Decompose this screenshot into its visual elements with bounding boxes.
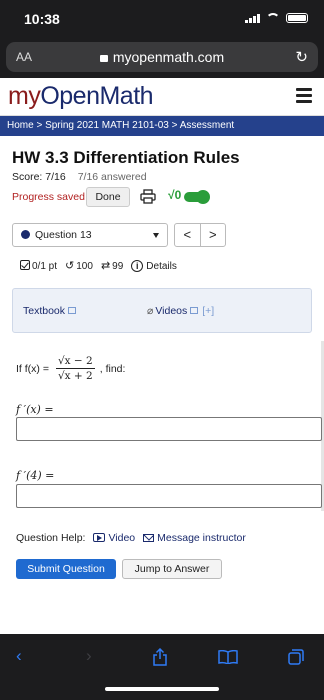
printer-icon[interactable] xyxy=(140,189,156,204)
question-body: If f(x) = √x − 2 √x + 2 , find: f ′(x) =… xyxy=(12,341,324,511)
details-text: Details xyxy=(146,260,177,272)
fraction: √x − 2 √x + 2 xyxy=(55,355,95,382)
checkbox-icon xyxy=(20,259,30,270)
part1-answer-input[interactable] xyxy=(16,417,322,441)
textbook-label: Textbook xyxy=(23,305,66,317)
undo-icon: ↺ xyxy=(65,260,75,272)
browser-url-bar: AA myopenmath.com ↻ xyxy=(0,40,324,78)
tabs-icon[interactable] xyxy=(288,649,304,665)
cellular-signal-icon xyxy=(245,13,260,23)
logo-prefix: my xyxy=(8,82,41,110)
question-help-label: Question Help: xyxy=(16,532,86,544)
external-link-icon xyxy=(190,307,199,314)
chevron-down-icon xyxy=(153,233,159,238)
points-info: 0/1 pt xyxy=(20,259,58,272)
question-select[interactable]: Question 13 xyxy=(12,223,168,247)
logo-main: OpenMath xyxy=(40,82,154,110)
part2-label: f ′(4) = xyxy=(16,469,55,482)
home-indicator xyxy=(105,687,219,691)
textbook-link[interactable]: Textbook xyxy=(23,305,77,317)
info-icon: i xyxy=(131,259,144,272)
site-header: myOpenMath xyxy=(0,78,324,116)
menu-icon[interactable] xyxy=(296,88,312,106)
url-text: myopenmath.com xyxy=(112,49,225,65)
video-icon xyxy=(93,533,106,542)
share-icon[interactable] xyxy=(152,648,168,666)
question-status-dot xyxy=(21,230,30,239)
mail-icon xyxy=(143,534,155,542)
breadcrumb[interactable]: Home > Spring 2021 MATH 2101-03 > Assess… xyxy=(0,116,324,136)
videos-link[interactable]: ⌀ Videos [+] xyxy=(147,305,214,317)
forward-icon[interactable]: › xyxy=(86,646,92,666)
details-link[interactable]: i Details xyxy=(131,259,177,272)
score-text: Score: 7/16 xyxy=(12,171,66,183)
external-link-icon xyxy=(68,307,77,314)
question-select-value: Question 13 xyxy=(35,229,92,241)
question-pager: < > xyxy=(174,223,226,247)
repeat-icon: ⇄ xyxy=(100,260,111,272)
fraction-denominator: √x + 2 xyxy=(57,370,93,382)
lock-icon xyxy=(99,55,108,62)
reload-icon[interactable]: ↻ xyxy=(295,48,308,66)
question-text: If f(x) = √x − 2 √x + 2 , find: xyxy=(16,355,125,382)
page-title: HW 3.3 Differentiation Rules xyxy=(12,148,240,167)
address-field[interactable]: AA myopenmath.com ↻ xyxy=(6,42,318,72)
help-video-link[interactable]: Video xyxy=(93,532,135,544)
site-logo[interactable]: myOpenMath xyxy=(8,82,154,111)
question-help: Question Help: Video Message instructor xyxy=(16,532,246,544)
expand-videos-button[interactable]: [+] xyxy=(202,305,214,317)
part1-label: f ′(x) = xyxy=(16,403,54,416)
question-meta: 0/1 pt ↺ 100 ⇄ 99 i Details xyxy=(20,259,177,272)
clock: 10:38 xyxy=(24,11,60,27)
math-entry-toggle[interactable] xyxy=(184,190,210,204)
score-line: Score: 7/16 7/16 answered xyxy=(12,171,147,183)
jump-to-answer-button[interactable]: Jump to Answer xyxy=(122,559,222,579)
points-text: 0/1 pt xyxy=(32,260,58,272)
attempts-info: ⇄ 99 xyxy=(101,259,123,272)
battery-icon xyxy=(286,13,308,23)
retries-info: ↺ 100 xyxy=(65,259,93,272)
math-entry-icon[interactable]: √0 xyxy=(168,188,181,202)
resources-box: Textbook ⌀ Videos [+] xyxy=(12,288,312,333)
videos-label: Videos xyxy=(155,305,188,317)
retries-text: 100 xyxy=(76,261,93,272)
wifi-icon xyxy=(266,13,280,23)
answered-count: 7/16 answered xyxy=(77,171,147,183)
help-video-label: Video xyxy=(108,532,136,544)
done-button[interactable]: Done xyxy=(86,187,130,207)
message-instructor-label: Message instructor xyxy=(157,532,246,544)
question-suffix: , find: xyxy=(99,362,126,375)
fraction-numerator: √x − 2 xyxy=(55,355,95,369)
previous-question-button[interactable]: < xyxy=(175,224,201,246)
part2-answer-input[interactable] xyxy=(16,484,322,508)
question-prefix: If f(x) = xyxy=(16,362,49,375)
attempts-text: 99 xyxy=(112,261,124,272)
back-icon[interactable]: ‹ xyxy=(16,646,22,666)
bookmarks-icon[interactable] xyxy=(218,650,238,664)
next-question-button[interactable]: > xyxy=(201,224,226,246)
progress-status: Progress saved xyxy=(12,191,85,203)
status-bar: 10:38 xyxy=(0,0,324,40)
submit-question-button[interactable]: Submit Question xyxy=(16,559,116,579)
paperclip-icon: ⌀ xyxy=(147,305,154,317)
message-instructor-link[interactable]: Message instructor xyxy=(143,532,246,544)
main-content: HW 3.3 Differentiation Rules Score: 7/16… xyxy=(0,136,324,634)
